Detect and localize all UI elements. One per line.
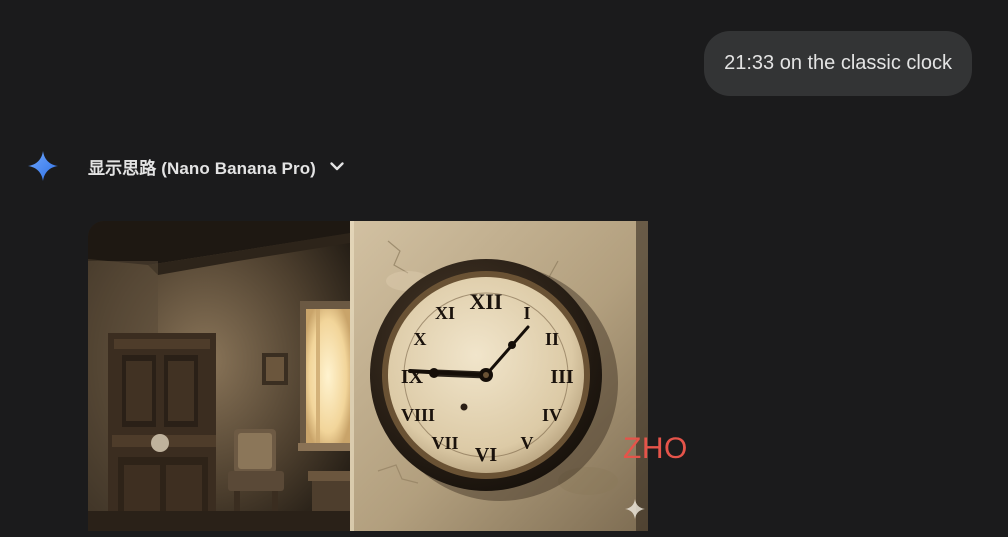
svg-text:V: V	[521, 433, 534, 453]
svg-text:VI: VI	[475, 444, 497, 466]
svg-text:III: III	[550, 366, 574, 388]
show-thinking-label: 显示思路 (Nano Banana Pro)	[88, 158, 316, 178]
svg-text:II: II	[545, 329, 559, 349]
clock-scene-illustration: XII I II III IV V VI VII VIII IX X XI	[88, 221, 648, 531]
svg-text:VIII: VIII	[401, 405, 435, 425]
chevron-down-icon	[330, 162, 344, 171]
gemini-mark-icon	[625, 499, 645, 519]
user-message-bubble: 21:33 on the classic clock	[704, 31, 972, 96]
generated-image[interactable]: XII I II III IV V VI VII VIII IX X XI	[88, 221, 648, 531]
svg-text:I: I	[523, 303, 530, 323]
svg-text:IV: IV	[542, 405, 562, 425]
watermark-text: ZHO	[623, 432, 688, 465]
chat-page: 21:33 on the classic clock 显示思路 (Nano Ba…	[0, 0, 1008, 537]
svg-text:XI: XI	[435, 303, 455, 323]
svg-text:X: X	[414, 329, 427, 349]
gemini-sparkle-icon	[28, 151, 58, 181]
show-thinking-toggle[interactable]: 显示思路 (Nano Banana Pro)	[88, 152, 346, 180]
svg-text:VII: VII	[431, 433, 458, 453]
svg-text:XII: XII	[469, 289, 502, 314]
